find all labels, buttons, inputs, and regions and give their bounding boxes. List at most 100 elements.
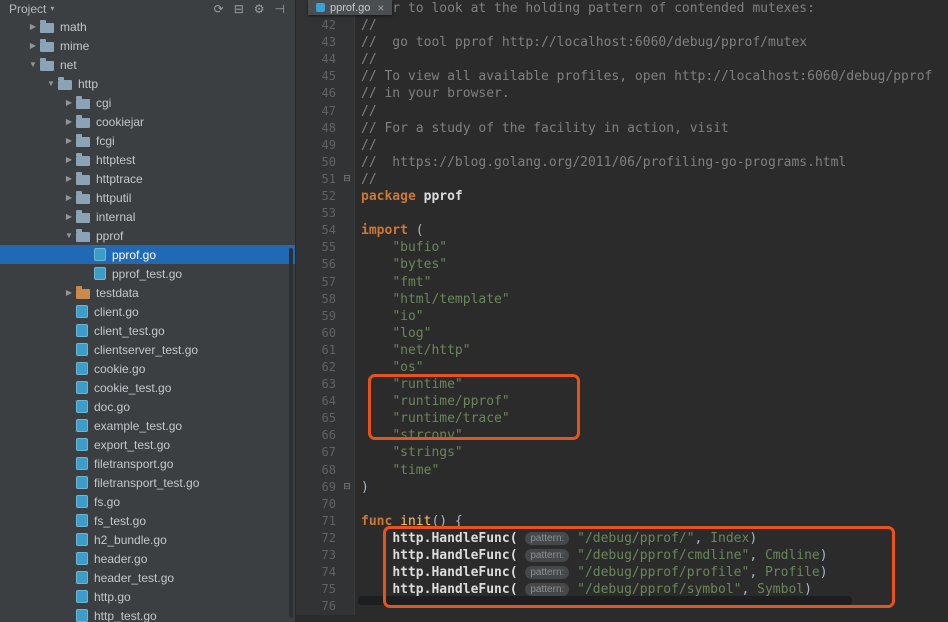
chevron-right-icon[interactable]: ▶ [26,41,40,50]
tree-item-httptest[interactable]: ▶httptest [0,150,295,169]
line-number[interactable]: 49 [296,137,340,154]
hide-panel-icon[interactable]: ⊣ [275,3,285,15]
tree-item-http.go[interactable]: http.go [0,587,295,606]
tree-item-net[interactable]: ▼net [0,55,295,74]
tree-item-fcgi[interactable]: ▶fcgi [0,131,295,150]
editor-tab-pprof-go[interactable]: pprof.go × [308,0,392,15]
tree-item-http_test.go[interactable]: http_test.go [0,606,295,622]
chevron-right-icon[interactable]: ▶ [62,117,76,126]
chevron-down-icon[interactable]: ▼ [62,231,76,240]
go-file-icon [76,457,88,470]
line-number[interactable]: 76 [296,598,340,615]
tree-item-client_test.go[interactable]: client_test.go [0,321,295,340]
go-file-icon [76,495,88,508]
line-number[interactable]: 65 [296,410,340,427]
line-number[interactable]: 71 [296,513,340,530]
line-number[interactable]: 74 [296,564,340,581]
tree-item-header_test.go[interactable]: header_test.go [0,568,295,587]
tree-item-math[interactable]: ▶math [0,17,295,36]
code-line-74: 74 http.HandleFunc( pattern: "/debug/ppr… [296,564,948,581]
fold-marker-icon[interactable]: ⊟ [340,479,355,496]
line-number[interactable]: 43 [296,34,340,51]
tree-item-pprof[interactable]: ▼pprof [0,226,295,245]
line-number[interactable]: 56 [296,256,340,273]
chevron-right-icon[interactable]: ▶ [62,193,76,202]
tree-item-pprof_test.go[interactable]: pprof_test.go [0,264,295,283]
line-number[interactable]: 63 [296,376,340,393]
line-number[interactable]: 67 [296,444,340,461]
tree-item-pprof.go[interactable]: pprof.go [0,245,295,264]
code-text: "time" [355,462,439,479]
line-number[interactable]: 59 [296,308,340,325]
sync-icon[interactable]: ⟳ [214,3,224,15]
line-number[interactable]: 69 [296,479,340,496]
tree-item-filetransport.go[interactable]: filetransport.go [0,454,295,473]
line-number[interactable]: 46 [296,85,340,102]
line-number[interactable]: 47 [296,103,340,120]
line-number[interactable]: 60 [296,325,340,342]
chevron-right-icon[interactable]: ▶ [62,288,76,297]
code-text: http.HandleFunc( pattern: "/debug/pprof/… [355,547,828,564]
line-number[interactable]: 61 [296,342,340,359]
line-number[interactable]: 68 [296,462,340,479]
chevron-right-icon[interactable]: ▶ [62,174,76,183]
chevron-right-icon[interactable]: ▶ [62,155,76,164]
project-scrollbar-thumb[interactable] [289,248,293,618]
tree-item-cookie_test.go[interactable]: cookie_test.go [0,378,295,397]
tree-item-fs.go[interactable]: fs.go [0,492,295,511]
editor-code[interactable]: 41// Or to look at the holding pattern o… [296,0,948,615]
go-file-icon [76,552,88,565]
line-number[interactable]: 62 [296,359,340,376]
line-number[interactable]: 51 [296,171,340,188]
tree-item-internal[interactable]: ▶internal [0,207,295,226]
chevron-right-icon[interactable]: ▶ [62,98,76,107]
settings-icon[interactable]: ⚙ [254,3,265,15]
fold-gutter [340,188,355,205]
line-number[interactable]: 54 [296,222,340,239]
chevron-down-icon[interactable]: ▼ [44,79,58,88]
horizontal-scrollbar-thumb[interactable] [358,596,852,605]
tree-item-filetransport_test.go[interactable]: filetransport_test.go [0,473,295,492]
tree-item-clientserver_test.go[interactable]: clientserver_test.go [0,340,295,359]
tree-item-cookie.go[interactable]: cookie.go [0,359,295,378]
tree-item-cookiejar[interactable]: ▶cookiejar [0,112,295,131]
tree-item-export_test.go[interactable]: export_test.go [0,435,295,454]
line-number[interactable]: 44 [296,51,340,68]
line-number[interactable]: 70 [296,496,340,513]
line-number[interactable]: 53 [296,205,340,222]
line-number[interactable]: 52 [296,188,340,205]
tree-item-mime[interactable]: ▶mime [0,36,295,55]
line-number[interactable]: 58 [296,291,340,308]
line-number[interactable]: 55 [296,239,340,256]
tree-item-client.go[interactable]: client.go [0,302,295,321]
fold-gutter [340,34,355,51]
line-number[interactable]: 75 [296,581,340,598]
line-number[interactable]: 45 [296,68,340,85]
line-number[interactable]: 50 [296,154,340,171]
tree-item-httputil[interactable]: ▶httputil [0,188,295,207]
tree-item-header.go[interactable]: header.go [0,549,295,568]
project-panel-title[interactable]: Project ▾ [9,2,54,16]
chevron-down-icon[interactable]: ▼ [26,60,40,69]
collapse-all-icon[interactable]: ⊟ [234,3,244,15]
tree-item-example_test.go[interactable]: example_test.go [0,416,295,435]
tree-item-fs_test.go[interactable]: fs_test.go [0,511,295,530]
line-number[interactable]: 73 [296,547,340,564]
line-number[interactable]: 42 [296,17,340,34]
tree-item-testdata[interactable]: ▶testdata [0,283,295,302]
close-icon[interactable]: × [377,1,384,15]
line-number[interactable]: 64 [296,393,340,410]
chevron-right-icon[interactable]: ▶ [62,136,76,145]
fold-marker-icon[interactable]: ⊟ [340,171,355,188]
tree-item-http[interactable]: ▼http [0,74,295,93]
line-number[interactable]: 48 [296,120,340,137]
chevron-right-icon[interactable]: ▶ [62,212,76,221]
tree-item-doc.go[interactable]: doc.go [0,397,295,416]
tree-item-httptrace[interactable]: ▶httptrace [0,169,295,188]
tree-item-cgi[interactable]: ▶cgi [0,93,295,112]
line-number[interactable]: 66 [296,427,340,444]
tree-item-h2_bundle.go[interactable]: h2_bundle.go [0,530,295,549]
chevron-right-icon[interactable]: ▶ [26,22,40,31]
line-number[interactable]: 72 [296,530,340,547]
line-number[interactable]: 57 [296,274,340,291]
